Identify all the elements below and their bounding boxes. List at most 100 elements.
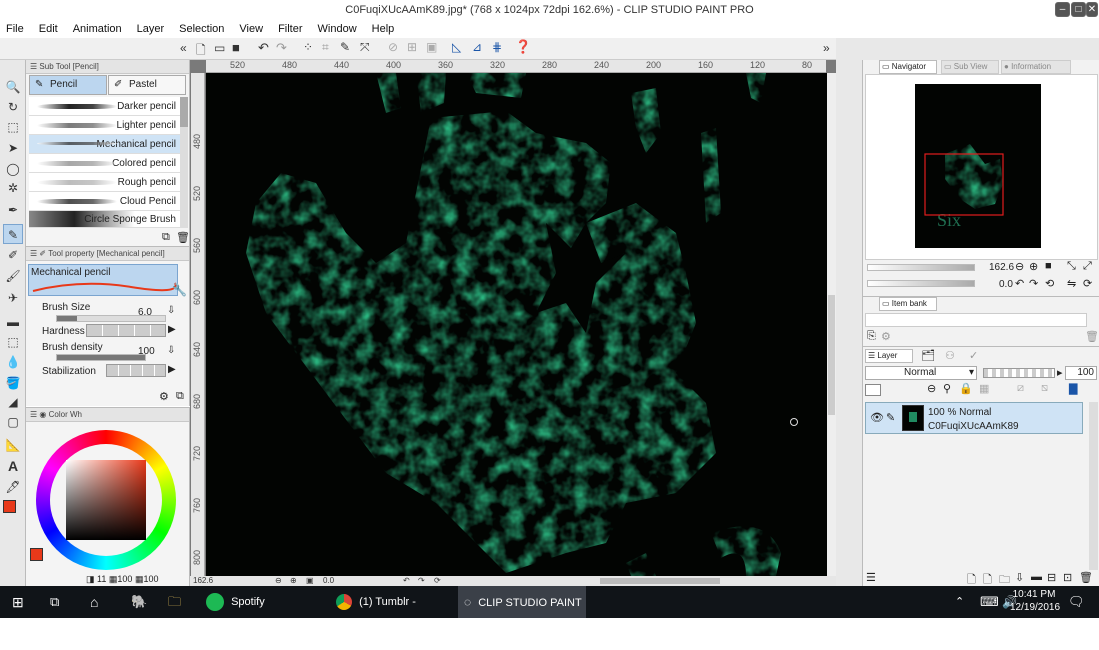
snap-ruler-icon[interactable]: ⊘ <box>388 40 398 54</box>
balloon-tool-icon[interactable]: 🖋 <box>3 477 23 497</box>
opacity-slider[interactable] <box>983 368 1055 378</box>
density-pressure-icon[interactable]: ⇩ <box>167 345 175 356</box>
lock-alpha-icon[interactable]: ▦ <box>979 382 989 395</box>
brush-lighter-pencil[interactable]: Lighter pencil <box>29 116 180 135</box>
reset-rotation-icon[interactable]: ⟳ <box>434 576 441 586</box>
brush-size-value[interactable]: 6.0 <box>138 307 152 318</box>
nav-fit-window-icon[interactable]: ⤢ <box>1083 260 1092 273</box>
menu-window[interactable]: Window <box>318 23 357 35</box>
clock[interactable]: 10:41 PM 12/19/2016 <box>1010 588 1060 614</box>
menu-layer[interactable]: Layer <box>137 23 165 35</box>
snap-grid-icon[interactable]: ⊞ <box>407 40 417 54</box>
grid-snap-icon[interactable]: ⋕ <box>492 40 502 54</box>
tab-layer[interactable]: ☰ Layer <box>865 349 913 363</box>
rotate-left-icon[interactable]: ↶ <box>403 576 410 586</box>
saturation-square[interactable] <box>66 460 146 540</box>
brush-darker-pencil[interactable]: Darker pencil <box>29 97 180 116</box>
menu-edit[interactable]: Edit <box>39 23 58 35</box>
stabilization-arrow-icon[interactable]: ▶ <box>168 364 176 375</box>
airbrush-tool-icon[interactable]: ✈ <box>3 288 23 308</box>
item-bank-add-icon[interactable]: ⎘ <box>867 330 876 343</box>
combine-layer-icon[interactable]: ▬ <box>1031 571 1042 583</box>
windows-start-icon[interactable]: ⊞ <box>12 586 24 618</box>
menu-file[interactable]: File <box>6 23 24 35</box>
main-color-swatch[interactable] <box>3 500 16 513</box>
zoom-readout[interactable]: 162.6 <box>193 576 213 586</box>
notifications-icon[interactable]: 🗨 <box>1068 586 1085 618</box>
reset-settings-icon[interactable]: ⚙ <box>159 390 169 403</box>
gradient-tool-icon[interactable]: ◢ <box>3 392 23 412</box>
ruler-tool-icon[interactable]: 📐 <box>3 435 23 455</box>
select-layer-icon[interactable]: ⬚ <box>3 117 23 137</box>
nav-reset-rotate-icon[interactable]: ⟲ <box>1045 277 1054 290</box>
tab-pencil[interactable]: ✎ Pencil <box>29 75 107 95</box>
brush-colored-pencil[interactable]: Colored pencil <box>29 154 180 173</box>
auto-select-icon[interactable]: ✲ <box>3 178 23 198</box>
layer-tab-icon-3[interactable]: ✓ <box>969 349 978 362</box>
taskbar-spotify[interactable]: Spotify <box>200 586 320 618</box>
opacity-dec-icon[interactable]: ▸ <box>1057 366 1063 379</box>
taskbar-clip-studio[interactable]: ◌ CLIP STUDIO PAINT <box>458 586 586 618</box>
layer-property-tab-icon[interactable]: 🗂 <box>921 349 935 362</box>
rotate-right-icon[interactable]: ↷ <box>418 576 425 586</box>
text-tool-icon[interactable]: A <box>3 456 23 476</box>
tab-navigator[interactable]: ▭ Navigator <box>879 60 937 74</box>
eyedropper-icon[interactable]: ✒ <box>3 200 23 220</box>
move-tool-icon[interactable]: ↻ <box>3 97 23 117</box>
new-file-icon[interactable]: 🗋 <box>196 41 206 62</box>
ruler-snap-icon[interactable]: ◺ <box>452 40 461 54</box>
brush-list-scrollbar[interactable] <box>180 97 188 228</box>
tab-sub-view[interactable]: ▭ Sub View <box>941 60 999 74</box>
angle-readout[interactable]: 0.0 <box>323 576 334 586</box>
nav-fit-icon[interactable]: ⤡ <box>1067 260 1076 273</box>
reference-layer-icon[interactable]: ⚲ <box>943 382 951 395</box>
pen-tool-icon[interactable]: ✎ <box>3 224 23 244</box>
tool-detail-icon[interactable]: ⧉ <box>176 390 184 403</box>
brush-rough-pencil[interactable]: Rough pencil <box>29 173 180 192</box>
brush-density-slider[interactable] <box>56 354 146 361</box>
perspective-icon[interactable]: ⊿ <box>472 40 482 54</box>
layer-search-tab-icon[interactable]: ⚇ <box>945 349 955 362</box>
stabilization-stepper[interactable] <box>106 364 166 377</box>
delete-layer-icon[interactable]: 🗑 <box>1079 571 1093 584</box>
lock-layer-icon[interactable]: 🔒 <box>959 382 973 395</box>
task-view-icon[interactable]: ⧉ <box>50 586 59 618</box>
brush-circle-sponge[interactable]: Circle Sponge Brush <box>29 211 180 228</box>
blend-tool-icon[interactable]: 💧 <box>3 352 23 372</box>
keyboard-icon[interactable]: ⌨ <box>980 586 999 618</box>
blend-mode-select[interactable]: Normal ▾ <box>865 366 977 380</box>
menu-selection[interactable]: Selection <box>179 23 224 35</box>
snap-special-icon[interactable]: ▣ <box>426 40 437 54</box>
decoration-tool-icon[interactable]: ▬ <box>3 312 23 332</box>
brush-tool-icon[interactable]: 🖌 <box>3 266 23 286</box>
nav-rotate-slider[interactable] <box>867 280 975 287</box>
nav-zoom-out-icon[interactable]: ⊖ <box>1015 260 1024 273</box>
pressure-icon[interactable]: ⇩ <box>167 305 175 316</box>
layer-color-icon[interactable] <box>865 384 881 396</box>
clear-selection-icon[interactable]: ⁘ <box>303 40 313 54</box>
eye-icon[interactable]: 👁 <box>870 411 884 424</box>
brush-cloud-pencil[interactable]: Cloud Pencil <box>29 192 180 211</box>
layer-row[interactable]: 👁 ✎ 100 % Normal C0FuqiXUcAAmK89 <box>865 402 1083 434</box>
redo-icon[interactable]: ↷ <box>276 40 287 56</box>
canvas-vertical-scrollbar[interactable] <box>827 73 836 576</box>
evernote-icon[interactable]: 🐘 <box>131 586 147 618</box>
menu-filter[interactable]: Filter <box>278 23 302 35</box>
brush-mechanical-pencil[interactable]: Mechanical pencil <box>29 135 180 154</box>
transform-icon[interactable]: ⤧ <box>360 40 370 55</box>
opacity-value[interactable]: 100 <box>1065 366 1097 380</box>
pencil-tool-icon[interactable]: ✐ <box>3 245 23 265</box>
delete-subtool-icon[interactable]: 🗑 <box>176 231 190 244</box>
item-bank-delete-icon[interactable]: 🗑 <box>1085 330 1099 343</box>
lasso-tool-icon[interactable]: ◯ <box>3 159 23 179</box>
nav-zoom-slider[interactable] <box>867 264 975 271</box>
main-color-box[interactable] <box>30 548 43 561</box>
layer-menu-icon[interactable]: ☰ <box>866 571 876 584</box>
transfer-layer-icon[interactable]: ⇩ <box>1015 571 1024 584</box>
copy-subtool-icon[interactable]: ⧉ <box>162 231 170 244</box>
layer-mask-icon[interactable]: ⧄ <box>1017 382 1024 395</box>
zoom-out-icon[interactable]: ⊖ <box>275 576 282 586</box>
brush-preset-preview[interactable]: Mechanical pencil <box>28 264 178 296</box>
menu-animation[interactable]: Animation <box>73 23 122 35</box>
nav-actual-size-icon[interactable]: ■ <box>1045 260 1052 272</box>
